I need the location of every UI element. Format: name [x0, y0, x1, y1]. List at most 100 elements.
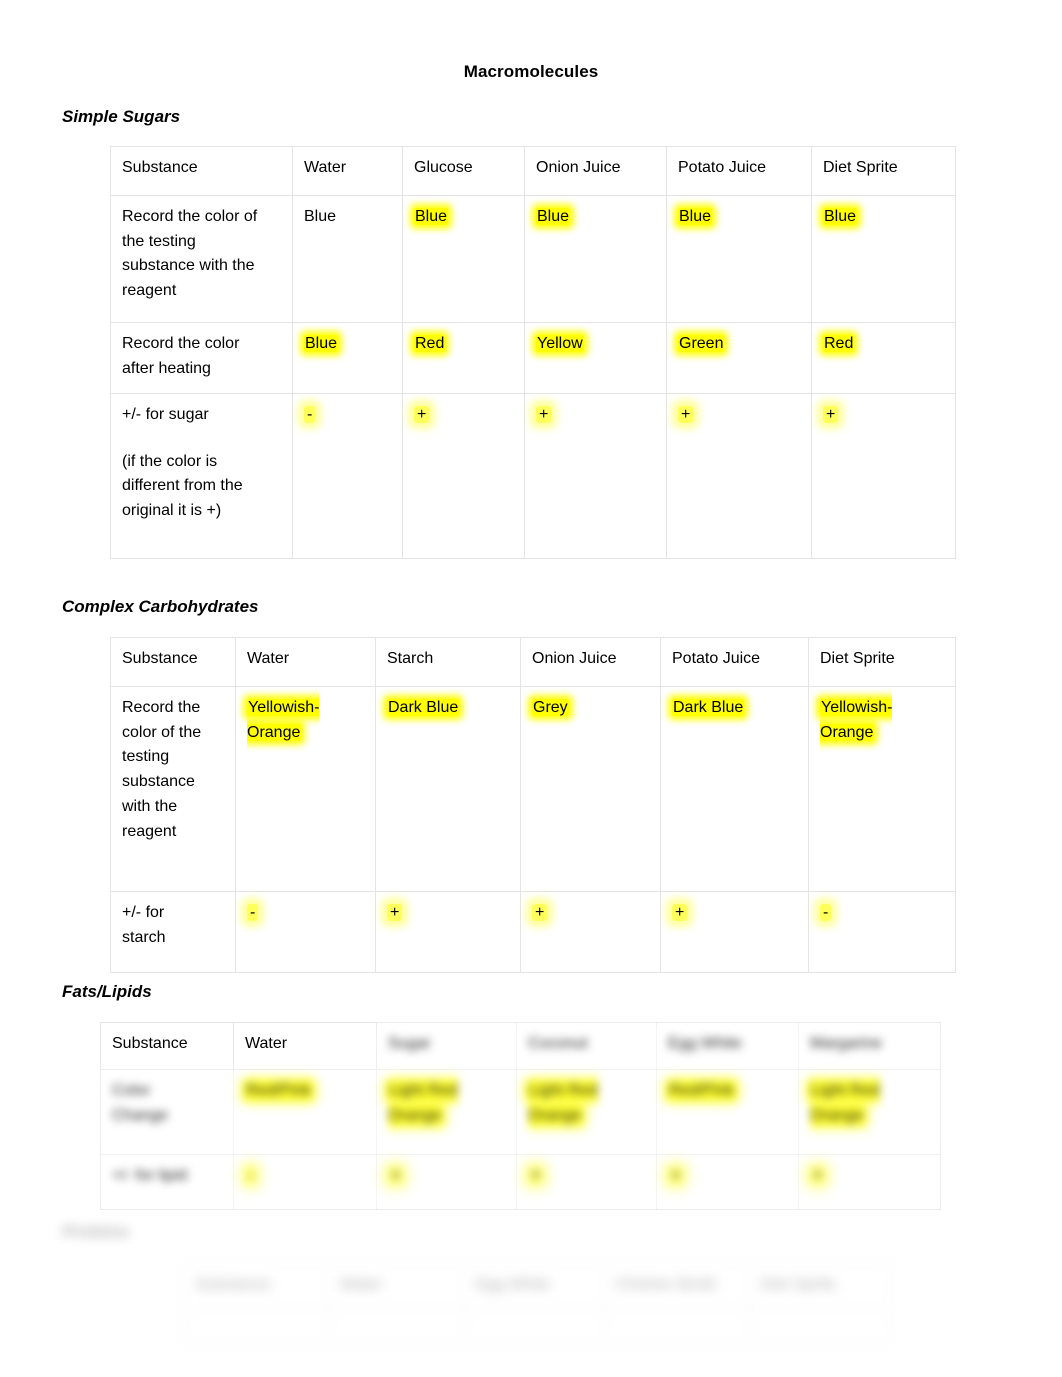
column-header: Margarine	[798, 1022, 941, 1070]
column-header: Starch	[375, 637, 521, 687]
table-cell: Blue	[524, 194, 667, 323]
table-row: Record the color of the testing substanc…	[110, 685, 956, 892]
cell-value: Light Red Orange	[388, 1081, 458, 1124]
column-header: Diet Sprite	[749, 1263, 890, 1309]
page-title: Macromolecules	[463, 62, 599, 81]
row-label-line: substance	[122, 773, 195, 791]
row-label-line: Record the color of	[122, 207, 258, 225]
table-cell: +	[660, 890, 809, 973]
column-header: Potato Juice	[666, 146, 812, 196]
table-cell: +	[516, 1153, 657, 1210]
cell-value: Red/Pink	[245, 1081, 312, 1099]
column-header: Diet Sprite	[811, 146, 956, 196]
column-header: Sugar	[376, 1022, 517, 1070]
cell-value: +	[810, 1166, 826, 1184]
row-label-line: starch	[122, 928, 166, 946]
cell-value: +	[387, 903, 403, 921]
row-label-line: the testing	[122, 232, 196, 250]
column-header: Coconut	[516, 1022, 657, 1070]
row-label-line: (if the color is	[122, 452, 218, 470]
cell-value: +	[536, 405, 552, 423]
table-cell: Red/Pink	[656, 1068, 799, 1155]
column-header: Onion Juice	[524, 146, 667, 196]
row-label-line: Record the color	[122, 334, 240, 352]
table-cell: Yellow	[524, 321, 667, 394]
row-label: +/- for starch	[110, 890, 236, 973]
column-header: Water	[292, 146, 403, 196]
table-row: Substance Water Starch Onion Juice Potat…	[110, 637, 956, 687]
cell-value: Light Red Orange	[528, 1081, 598, 1124]
cell-value: Blue	[304, 207, 337, 225]
row-label-line: +/- for lipid	[112, 1166, 188, 1184]
table-cell: Blue	[402, 194, 525, 323]
cell-value: +	[678, 405, 694, 423]
cell-value: -	[820, 903, 832, 921]
table-cell: Red/Pink	[233, 1068, 377, 1155]
table-cell	[749, 1307, 890, 1344]
column-header: Chicken Broth	[604, 1263, 750, 1309]
cell-value: Yellow	[536, 334, 584, 352]
table-cell: Blue	[811, 194, 956, 323]
table-cell: Red	[402, 321, 525, 394]
table-cell	[328, 1307, 465, 1344]
table-cell: +	[798, 1153, 941, 1210]
table-row: +/- for lipid - + + + +	[100, 1153, 941, 1210]
row-label: Color Change	[100, 1068, 234, 1155]
cell-value: Red	[823, 334, 855, 352]
row-label-line: different from the	[122, 477, 243, 495]
table-row: Record the color after heating Blue Red …	[110, 321, 956, 394]
table-row: Substance Water Glucose Onion Juice Pota…	[110, 146, 956, 196]
cell-value: Red/Pink	[668, 1081, 735, 1099]
cell-value: Green	[678, 334, 725, 352]
document-page: Macromolecules Simple Sugars Substance W…	[0, 0, 1062, 1377]
table-cell: Green	[666, 321, 812, 394]
column-header: Onion Juice	[520, 637, 661, 687]
table-cell: Light Red Orange	[798, 1068, 941, 1155]
column-header: Egg White	[656, 1022, 799, 1070]
section-heading-fats-lipids: Fats/Lipids	[62, 982, 152, 1001]
table-cell: +	[520, 890, 661, 973]
column-header: Water	[328, 1263, 465, 1309]
row-label: Record the color after heating	[110, 321, 293, 394]
cell-value: Light Red Orange	[810, 1081, 880, 1124]
cell-value: Yellowish-Orange	[820, 698, 893, 741]
cell-value: Dark Blue	[387, 698, 460, 716]
table-cell: -	[235, 890, 376, 973]
table-proteins: Substance Water Egg White Chicken Broth …	[183, 1263, 890, 1344]
row-label: Record the color of the testing substanc…	[110, 685, 236, 892]
cell-value: Blue	[536, 207, 571, 225]
row-label-line: +/- for sugar	[122, 405, 209, 423]
row-label-line: with the	[122, 797, 178, 815]
table-cell: +	[376, 1153, 517, 1210]
cell-value: +	[823, 405, 839, 423]
table-row: Record the color of the testing substanc…	[110, 194, 956, 323]
table-row: +/- for sugar (if the color is different…	[110, 392, 956, 559]
cell-value: -	[304, 405, 316, 423]
column-header: Substance	[100, 1022, 234, 1070]
cell-value: +	[414, 405, 430, 423]
table-simple-sugars: Substance Water Glucose Onion Juice Pota…	[110, 146, 956, 559]
cell-value: +	[532, 903, 548, 921]
table-row: Substance Water Sugar Coconut Egg White …	[100, 1022, 941, 1070]
table-cell: +	[402, 392, 525, 559]
table-cell: -	[233, 1153, 377, 1210]
table-cell: Grey	[520, 685, 661, 892]
row-label-line: Record the	[122, 698, 201, 716]
table-cell: Dark Blue	[660, 685, 809, 892]
table-cell: Dark Blue	[375, 685, 521, 892]
table-complex-carbohydrates: Substance Water Starch Onion Juice Potat…	[110, 637, 956, 973]
table-cell: Blue	[292, 194, 403, 323]
column-header: Diet Sprite	[808, 637, 956, 687]
table-cell: Blue	[292, 321, 403, 394]
table-cell: Light Red Orange	[516, 1068, 657, 1155]
row-label-spacer	[122, 428, 282, 450]
column-header: Substance	[110, 637, 236, 687]
cell-value: Blue	[678, 207, 713, 225]
cell-value: Blue	[823, 207, 858, 225]
table-cell: Red	[811, 321, 956, 394]
cell-value: -	[245, 1166, 257, 1184]
column-header: Water	[235, 637, 376, 687]
row-label-line: original it is +)	[122, 502, 222, 520]
cell-value: Blue	[304, 334, 339, 352]
column-header: Substance	[183, 1263, 329, 1309]
